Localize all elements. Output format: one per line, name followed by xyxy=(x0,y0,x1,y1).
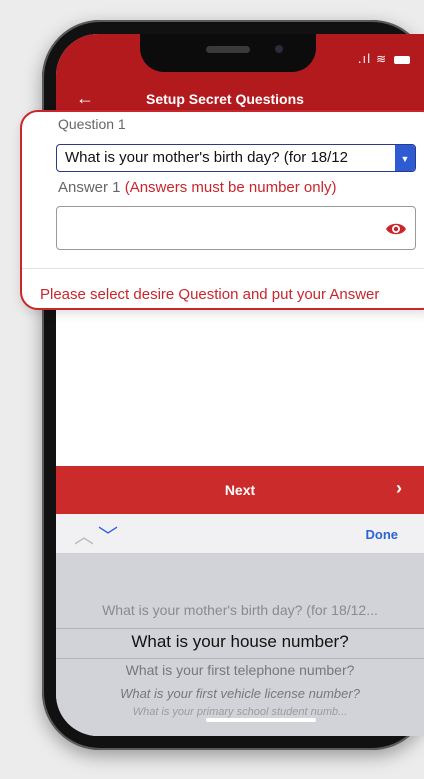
chevron-up-icon[interactable]: ︿ xyxy=(74,520,94,549)
answer-label-row: Answer 1 (Answers must be number only) xyxy=(58,179,336,196)
notch xyxy=(140,34,316,72)
answer-input[interactable] xyxy=(56,206,416,250)
next-button[interactable]: Next › xyxy=(56,466,424,514)
chevron-right-icon: › xyxy=(396,478,402,498)
question-select[interactable]: What is your mother's birth day? (for 18… xyxy=(56,144,416,172)
status-bar-icons: .ıl ≋ xyxy=(358,52,410,66)
picker-selection-line xyxy=(56,628,424,629)
next-button-label: Next xyxy=(224,482,256,498)
keyboard-accessory-bar: ︿ ﹀ Done xyxy=(56,514,424,554)
front-camera xyxy=(275,45,283,53)
wifi-icon: ≋ xyxy=(376,52,388,66)
picker-option[interactable]: What is your primary school student numb… xyxy=(56,706,424,718)
instruction-message: Please select desire Question and put yo… xyxy=(40,286,380,303)
select-arrow-icon: ▼ xyxy=(395,145,415,171)
secret-question-card: Question 1 What is your mother's birth d… xyxy=(20,110,424,310)
chevron-down-icon[interactable]: ﹀ xyxy=(98,520,118,549)
back-arrow-icon[interactable]: ← xyxy=(76,88,94,109)
picker-option-selected[interactable]: What is your house number? xyxy=(56,632,424,652)
picker-selection-line xyxy=(56,658,424,659)
speaker xyxy=(206,46,250,53)
divider xyxy=(22,268,424,269)
battery-icon xyxy=(394,55,410,64)
home-indicator xyxy=(206,718,316,722)
page-title: Setup Secret Questions xyxy=(146,91,304,107)
picker-option[interactable]: What is your mother's birth day? (for 18… xyxy=(56,602,424,618)
question-label: Question 1 xyxy=(58,116,126,132)
signal-icon: .ıl xyxy=(357,52,372,66)
done-button[interactable]: Done xyxy=(366,527,399,542)
question-select-value: What is your mother's birth day? (for 18… xyxy=(65,149,348,166)
eye-icon[interactable] xyxy=(385,221,407,237)
picker-option[interactable]: What is your first telephone number? xyxy=(56,662,424,678)
answer-label: Answer 1 xyxy=(58,179,121,196)
question-picker[interactable]: What is your mother's birth day? (for 18… xyxy=(56,554,424,736)
picker-option[interactable]: What is your first vehicle license numbe… xyxy=(56,686,424,701)
answer-hint: (Answers must be number only) xyxy=(124,179,337,196)
